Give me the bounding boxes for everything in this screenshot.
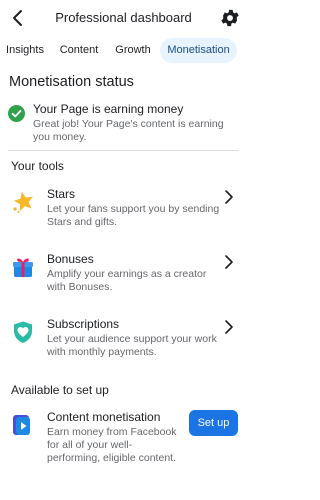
back-arrow-icon[interactable]: [8, 8, 28, 28]
content-monetisation-description: Earn money from Facebook for all of your…: [47, 426, 177, 464]
tool-subscriptions[interactable]: Subscriptions Let your audience support …: [0, 316, 247, 378]
tool-description: Let your fans support you by sending Sta…: [47, 203, 220, 228]
check-circle-icon: [8, 105, 25, 122]
top-bar: Professional dashboard: [0, 0, 247, 36]
tab-monetisation[interactable]: Monetisation: [160, 38, 237, 63]
monetisation-status-heading: Monetisation status: [9, 74, 134, 90]
gift-icon: [13, 258, 33, 277]
content-monetisation-title: Content monetisation: [47, 410, 161, 424]
chevron-right-icon: [225, 320, 233, 334]
tool-name: Subscriptions: [47, 317, 120, 331]
section-divider: [8, 150, 239, 151]
tool-name: Bonuses: [47, 252, 94, 266]
gear-icon[interactable]: [219, 7, 241, 29]
content-monetisation-icon: [13, 415, 30, 435]
tool-bonuses[interactable]: Bonuses Amplify your earnings as a creat…: [0, 251, 247, 313]
tool-name: Stars: [47, 187, 76, 201]
subscription-heart-icon: [14, 321, 32, 343]
tool-description: Amplify your earnings as a creator with …: [47, 268, 207, 293]
page-title: Professional dashboard: [55, 10, 192, 25]
set-up-button[interactable]: Set up: [189, 410, 238, 436]
chevron-right-icon: [225, 255, 233, 269]
available-to-set-up-heading: Available to set up: [11, 383, 109, 397]
star-icon: [13, 191, 33, 213]
tab-content[interactable]: Content: [54, 38, 104, 63]
your-tools-heading: Your tools: [11, 159, 64, 173]
status-description: Great job! Your Page's content is earnin…: [33, 118, 224, 143]
monetisation-status-card: Your Page is earning money Great job! Yo…: [0, 100, 247, 152]
chevron-right-icon: [225, 190, 233, 204]
tab-insights[interactable]: Insights: [0, 38, 50, 63]
tool-description: Let your audience support your work with…: [47, 333, 217, 358]
tab-bar: Insights Content Growth Monetisation: [0, 38, 247, 63]
status-title: Your Page is earning money: [33, 102, 184, 116]
tool-stars[interactable]: Stars Let your fans support you by sendi…: [0, 186, 247, 248]
content-monetisation-item: Content monetisation Earn money from Fac…: [0, 408, 247, 468]
tab-growth[interactable]: Growth: [108, 38, 158, 63]
